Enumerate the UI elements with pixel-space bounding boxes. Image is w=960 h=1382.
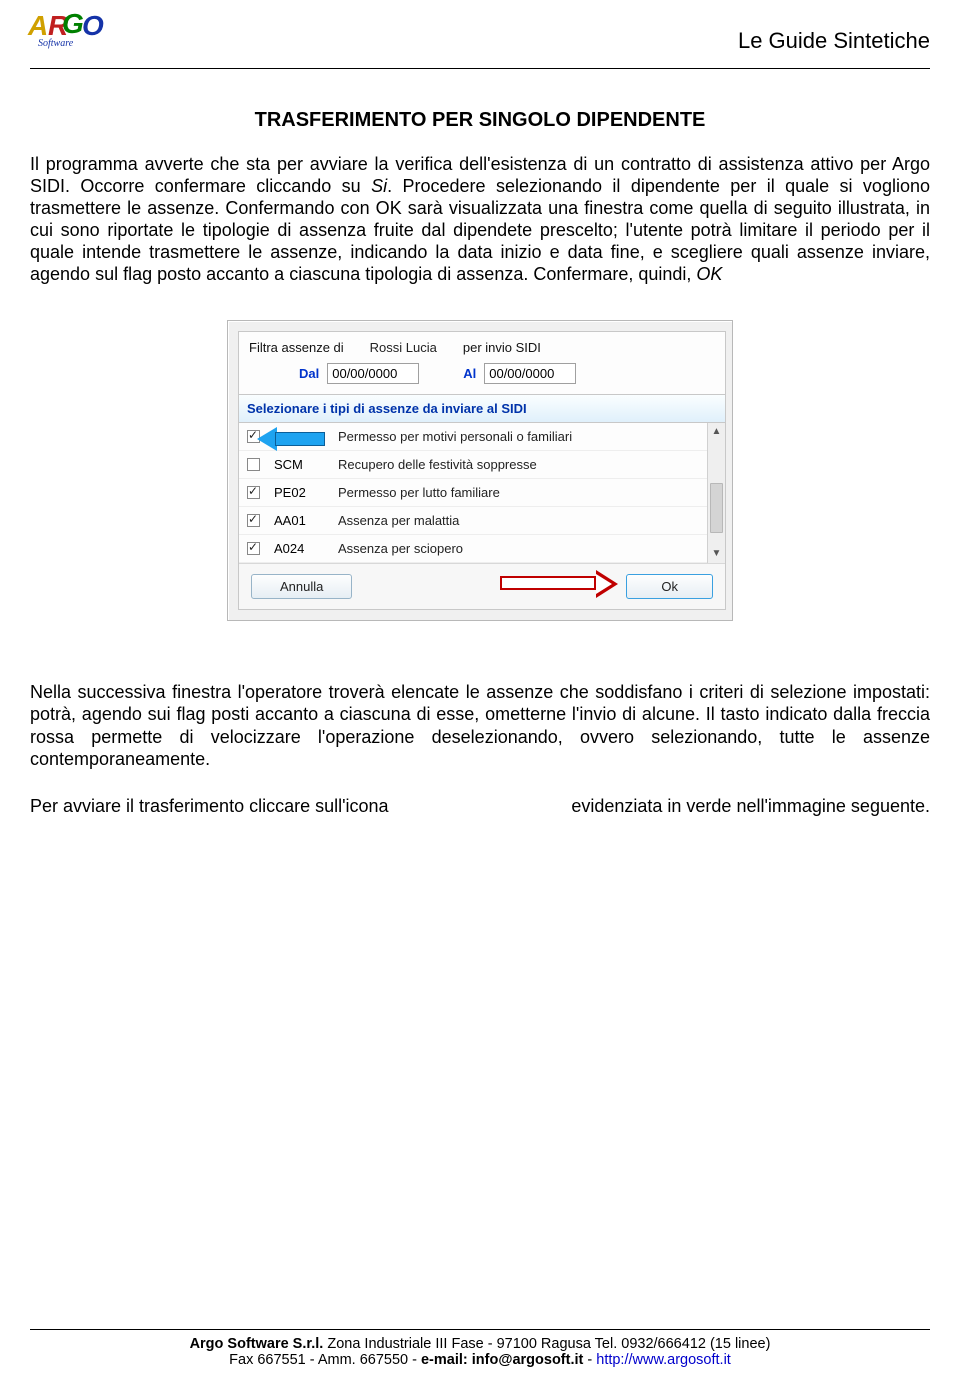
ok-button[interactable]: Ok [626,574,713,599]
list-item[interactable]: SCM Recupero delle festività soppresse [239,451,725,479]
second-paragraph: Nella successiva finestra l'operatore tr… [30,681,930,771]
scroll-down-icon[interactable]: ▼ [708,545,725,563]
scrollbar[interactable]: ▲ ▼ [707,423,725,563]
checkbox[interactable] [247,514,260,527]
page-title: TRASFERIMENTO PER SINGOLO DIPENDENTE [30,109,930,132]
absence-code: SCM [274,457,324,472]
employee-name: Rossi Lucia [354,340,453,355]
guide-title: Le Guide Sintetiche [738,10,930,54]
argo-logo: ARGO Software [30,10,90,60]
al-input[interactable] [484,363,576,384]
absence-code: PE02 [274,485,324,500]
absence-desc: Assenza per malattia [338,513,717,528]
cancel-button[interactable]: Annulla [251,574,352,599]
page-footer: Argo Software S.r.l. Zona Industriale II… [30,1329,930,1368]
absence-code: A024 [274,541,324,556]
absence-desc: Permesso per lutto familiare [338,485,717,500]
absence-desc: Permesso per motivi personali o familiar… [338,429,717,444]
dal-input[interactable] [327,363,419,384]
absence-desc: Assenza per sciopero [338,541,717,556]
header-rule [30,68,930,69]
red-arrow-annotation [500,572,620,594]
third-paragraph: Per avviare il trasferimento cliccare su… [30,795,930,818]
checkbox[interactable] [247,486,260,499]
filter-label: Filtra assenze di [249,340,344,355]
list-body: PE03 Permesso per motivi personali o fam… [239,423,725,563]
absence-code: AA01 [274,513,324,528]
list-header: Selezionare i tipi di assenze da inviare… [239,395,725,423]
scroll-up-icon[interactable]: ▲ [708,423,725,441]
absence-desc: Recupero delle festività soppresse [338,457,717,472]
scroll-thumb[interactable] [710,483,723,533]
list-item[interactable]: PE02 Permesso per lutto familiare [239,479,725,507]
filter-suffix: per invio SIDI [463,340,541,355]
list-item[interactable]: A024 Assenza per sciopero [239,535,725,563]
intro-paragraph: Il programma avverte che sta per avviare… [30,154,930,286]
checkbox[interactable] [247,542,260,555]
dialog-window: Filtra assenze di Rossi Lucia per invio … [227,320,733,621]
dal-label: Dal [299,366,319,381]
list-item[interactable]: AA01 Assenza per malattia [239,507,725,535]
blue-arrow-annotation [257,429,327,449]
checkbox[interactable] [247,458,260,471]
al-label: Al [463,366,476,381]
